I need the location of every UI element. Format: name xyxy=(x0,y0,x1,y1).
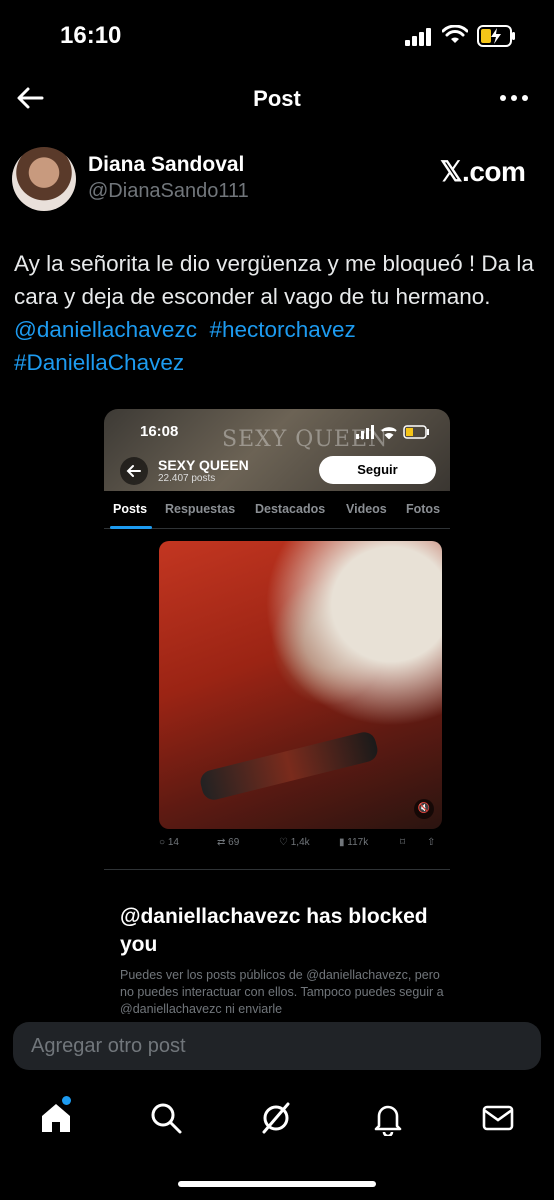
source-label: 𝕏.com xyxy=(440,156,526,187)
reply-bar xyxy=(13,1022,541,1070)
messages-icon[interactable] xyxy=(480,1100,516,1136)
embed-tabs: Posts Respuestas Destacados Videos Fotos xyxy=(104,491,450,529)
repost-count: ⇄ 69 xyxy=(217,837,240,848)
divider xyxy=(104,869,450,870)
tab-destacados: Destacados xyxy=(255,502,326,516)
embed-status-time: 16:08 xyxy=(140,423,179,440)
author-name[interactable]: Diana Sandoval xyxy=(88,153,244,177)
blocked-title: @daniellachavezc has blocked you xyxy=(120,905,428,956)
author-handle[interactable]: @DianaSando111 xyxy=(88,180,249,203)
battery-charging-icon xyxy=(477,25,515,47)
tab-videos: Videos xyxy=(346,502,387,516)
grok-icon[interactable] xyxy=(258,1100,294,1136)
notifications-icon[interactable] xyxy=(370,1100,406,1138)
blocked-description: Puedes ver los posts públicos de @daniel… xyxy=(120,968,444,1014)
status-time: 16:10 xyxy=(60,22,122,49)
mute-icon: 🔇 xyxy=(414,799,434,819)
bottom-nav xyxy=(0,1090,554,1150)
hashtag-link[interactable]: #DaniellaChavez xyxy=(14,350,184,375)
home-indicator[interactable] xyxy=(178,1181,376,1187)
embed-action-bar: ○ 14 ⇄ 69 ♡ 1,4k ▮ 117k ⌑ ⇧ xyxy=(159,837,442,853)
like-count: ♡ 1,4k xyxy=(279,837,310,848)
reply-input[interactable] xyxy=(13,1022,541,1070)
embed-back-icon xyxy=(120,457,148,485)
top-bar: Post xyxy=(0,74,554,124)
embed-post-count: 22.407 posts xyxy=(158,473,216,484)
view-count: ▮ 117k xyxy=(339,837,369,848)
embedded-screenshot[interactable]: 16:08 SEXY QUEEN SEXY QUEEN 22.407 posts… xyxy=(104,409,450,1014)
tab-posts: Posts xyxy=(113,502,148,516)
search-icon[interactable] xyxy=(148,1100,184,1136)
post-body: Ay la señorita le dio vergüenza y me blo… xyxy=(14,251,534,309)
embed-media-image: 🔇 xyxy=(159,541,442,829)
post-text: Ay la señorita le dio vergüenza y me blo… xyxy=(14,247,544,379)
page-title: Post xyxy=(253,86,301,111)
home-icon[interactable] xyxy=(38,1096,74,1136)
follow-button: Seguir xyxy=(319,456,436,484)
embed-profile-name: SEXY QUEEN xyxy=(158,457,249,473)
bookmark-icon: ⌑ xyxy=(400,837,406,848)
hashtag-link[interactable]: #hectorchavez xyxy=(209,317,355,342)
embed-status-icons xyxy=(356,425,429,439)
reply-count: ○ 14 xyxy=(159,837,179,848)
wifi-icon xyxy=(442,25,468,43)
notification-dot xyxy=(62,1096,71,1105)
more-options-icon[interactable] xyxy=(498,88,530,108)
status-bar: 16:10 xyxy=(0,0,554,74)
active-tab-indicator xyxy=(110,526,152,529)
mention-link[interactable]: @daniellachavezc xyxy=(14,317,197,342)
motorcycle-handlebar xyxy=(198,729,380,803)
author-avatar[interactable] xyxy=(12,147,76,211)
cellular-signal-icon xyxy=(405,28,431,46)
share-icon: ⇧ xyxy=(427,837,436,848)
tab-respuestas: Respuestas xyxy=(165,502,236,516)
tab-fotos: Fotos xyxy=(406,502,441,516)
